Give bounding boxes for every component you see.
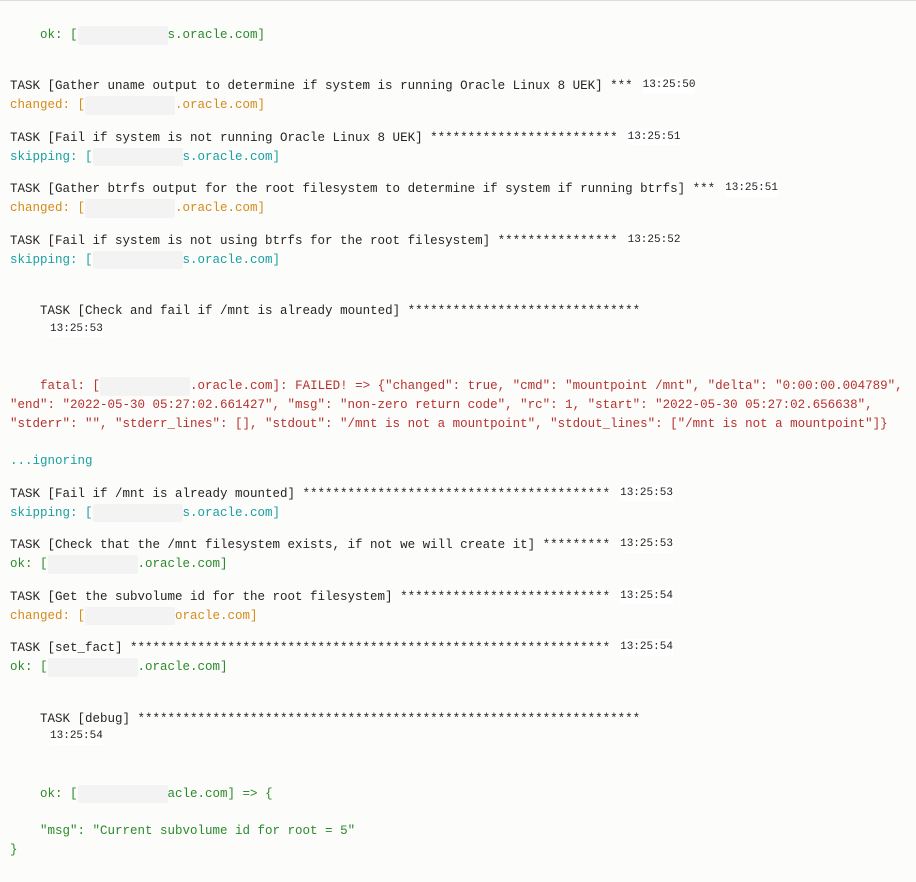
fatal-line: fatal: [ .oracle.com]: FAILED! => {"chan… (10, 358, 906, 452)
task-title: TASK [Gather btrfs output for the root f… (10, 182, 715, 196)
task-title: TASK [Fail if /mnt is already mounted] *… (10, 487, 610, 501)
log-line-ok-initial: ok: [ s.oracle.com] (10, 7, 906, 63)
debug-open-suffix: acle.com] => { (168, 787, 273, 801)
host-suffix: oracle.com] (175, 609, 258, 623)
timestamp: 13:25:50 (643, 77, 696, 94)
task-title: TASK [Fail if system is not using btrfs … (10, 234, 618, 248)
host-suffix: .oracle.com] (175, 98, 265, 112)
task-title: TASK [Check and fail if /mnt is already … (40, 304, 640, 318)
status-line: ok: [ .oracle.com] (10, 658, 906, 677)
redacted-host (78, 785, 168, 804)
task-block-fatal: TASK [Check and fail if /mnt is already … (10, 283, 906, 471)
status-prefix: ok: [ (10, 557, 48, 571)
redacted-host (85, 607, 175, 626)
status-prefix: skipping: [ (10, 150, 93, 164)
status-line: ok: [ .oracle.com] (10, 555, 906, 574)
status-prefix: ok: [ (40, 787, 78, 801)
timestamp: 13:25:53 (50, 321, 103, 338)
timestamp: 13:25:54 (620, 588, 673, 605)
status-prefix: skipping: [ (10, 253, 93, 267)
redacted-host (85, 96, 175, 115)
redacted-host (85, 199, 175, 218)
task-block: TASK [Check that the /mnt filesystem exi… (10, 536, 906, 574)
status-line: changed: [ oracle.com] (10, 607, 906, 626)
redacted-host (48, 658, 138, 677)
redacted-host (93, 148, 183, 167)
timestamp: 13:25:53 (620, 485, 673, 502)
host-suffix: .oracle.com] (175, 201, 265, 215)
status-prefix: ok: [ (40, 28, 78, 42)
timestamp: 13:25:51 (725, 180, 778, 197)
task-block: TASK [Gather uname output to determine i… (10, 77, 906, 115)
status-prefix: changed: [ (10, 98, 85, 112)
host-suffix: s.oracle.com] (183, 506, 281, 520)
debug-msg-line: "msg": "Current subvolume id for root = … (10, 822, 906, 841)
task-title: TASK [set_fact] ************************… (10, 641, 610, 655)
host-suffix: s.oracle.com] (183, 253, 281, 267)
status-prefix: ok: [ (10, 660, 48, 674)
task-title: TASK [debug] ***************************… (40, 712, 640, 726)
task-block: TASK [set_fact] ************************… (10, 639, 906, 677)
status-line: skipping: [ s.oracle.com] (10, 504, 906, 523)
timestamp: 13:25:54 (50, 728, 103, 745)
host-suffix: .oracle.com] (138, 557, 228, 571)
status-prefix: changed: [ (10, 609, 85, 623)
status-line: skipping: [ s.oracle.com] (10, 251, 906, 270)
task-title: TASK [Get the subvolume id for the root … (10, 590, 610, 604)
task-block-debug: TASK [debug] ***************************… (10, 691, 906, 860)
timestamp: 13:25:54 (620, 639, 673, 656)
redacted-host (100, 377, 190, 396)
redacted-host (93, 251, 183, 270)
status-line: skipping: [ s.oracle.com] (10, 148, 906, 167)
task-block: TASK [Fail if system is not using btrfs … (10, 232, 906, 270)
host-suffix: .oracle.com] (138, 660, 228, 674)
task-block: TASK [Fail if system is not running Orac… (10, 129, 906, 167)
task-block: TASK [Fail if /mnt is already mounted] *… (10, 485, 906, 523)
redacted-host (48, 555, 138, 574)
status-line: changed: [ .oracle.com] (10, 96, 906, 115)
debug-open-line: ok: [ acle.com] => { (10, 766, 906, 822)
redacted-host (78, 26, 168, 45)
task-title: TASK [Check that the /mnt filesystem exi… (10, 538, 610, 552)
task-block: TASK [Get the subvolume id for the root … (10, 588, 906, 626)
task-title: TASK [Gather uname output to determine i… (10, 79, 633, 93)
status-prefix: skipping: [ (10, 506, 93, 520)
ignoring-line: ...ignoring (10, 452, 906, 471)
redacted-host (93, 504, 183, 523)
timestamp: 13:25:53 (620, 536, 673, 553)
debug-close-line: } (10, 841, 906, 860)
host-suffix: s.oracle.com] (183, 150, 281, 164)
status-line: changed: [ .oracle.com] (10, 199, 906, 218)
task-block: TASK [Gather btrfs output for the root f… (10, 180, 906, 218)
status-prefix: changed: [ (10, 201, 85, 215)
status-prefix: fatal: [ (40, 379, 100, 393)
timestamp: 13:25:51 (628, 129, 681, 146)
task-title: TASK [Fail if system is not running Orac… (10, 131, 618, 145)
host-suffix: s.oracle.com] (168, 28, 266, 42)
timestamp: 13:25:52 (628, 232, 681, 249)
